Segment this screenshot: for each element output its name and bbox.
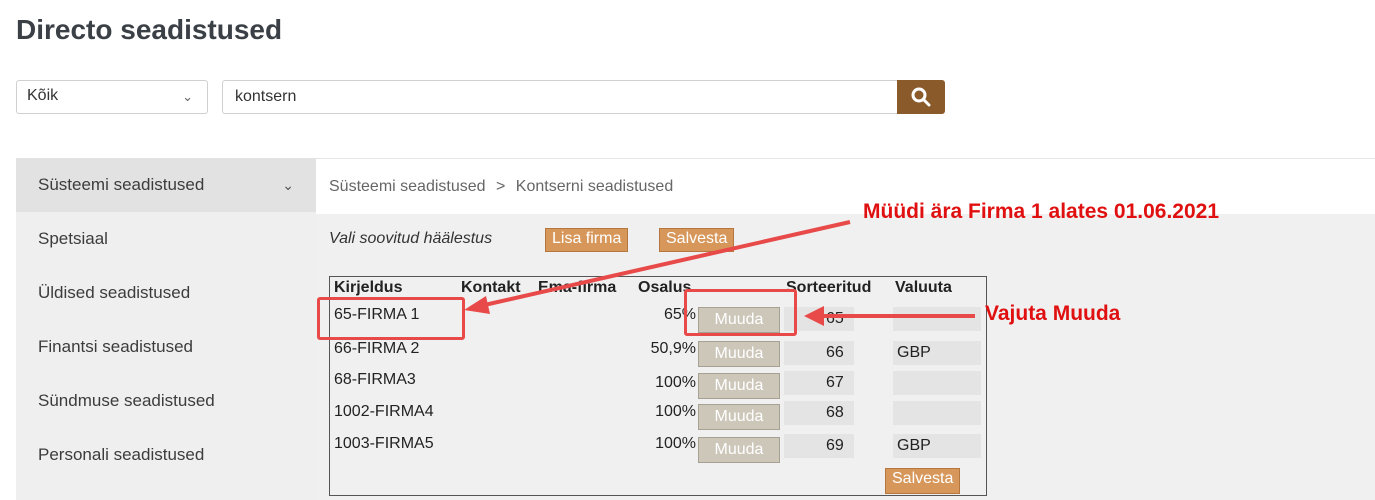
arrow-click-head xyxy=(804,306,824,326)
annotation-click-note: Vajuta Muuda xyxy=(985,302,1121,325)
arrow-sold-line xyxy=(479,220,851,308)
arrow-sold-head xyxy=(464,296,490,314)
annotation-arrows xyxy=(464,220,975,326)
annotation-sold-note: Müüdi ära Firma 1 alates 01.06.2021 xyxy=(863,200,1220,223)
